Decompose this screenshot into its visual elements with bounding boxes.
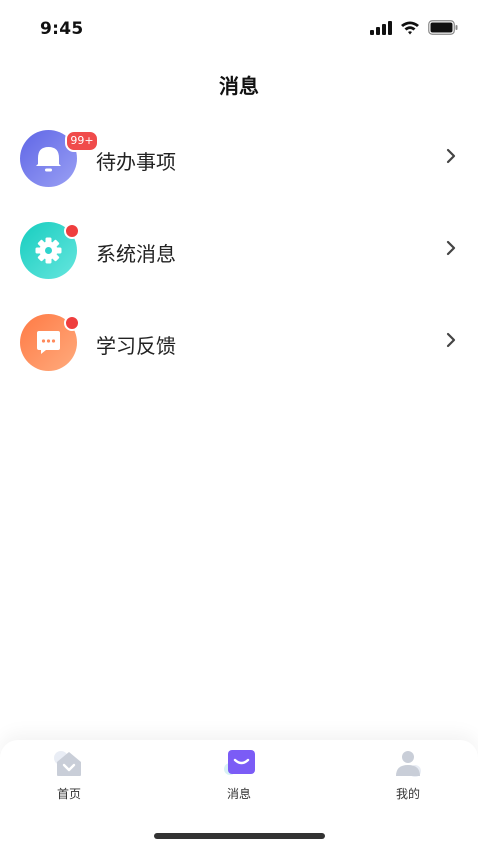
- profile-icon: [396, 751, 421, 777]
- chevron-right-icon: [446, 240, 456, 256]
- tab-label: 我的: [395, 787, 420, 801]
- list-item-label: 系统消息: [96, 242, 176, 266]
- status-time: 9:45: [40, 19, 84, 39]
- message-list: 99+ 待办事项 系统消息 学习反馈: [0, 120, 478, 396]
- message-icon: [224, 750, 255, 775]
- status-bar: 9:45: [0, 0, 478, 60]
- home-indicator[interactable]: [154, 833, 325, 839]
- tab-profile[interactable]: 我的: [368, 748, 448, 802]
- unread-count-badge: 99+: [65, 130, 99, 152]
- list-item-feedback[interactable]: 学习反馈: [0, 304, 478, 396]
- bottom-tab-bar: 首页 消息 我的: [0, 740, 478, 850]
- tab-label: 消息: [226, 787, 251, 801]
- chevron-right-icon: [446, 332, 456, 348]
- tab-label: 首页: [56, 787, 81, 801]
- battery-icon: [428, 20, 458, 35]
- list-item-system[interactable]: 系统消息: [0, 212, 478, 304]
- list-item-label: 学习反馈: [96, 334, 176, 358]
- unread-dot: [64, 223, 80, 239]
- signal-icon: [370, 20, 392, 35]
- page-title: 消息: [219, 74, 259, 98]
- status-icons: [370, 20, 458, 35]
- list-item-todo[interactable]: 99+ 待办事项: [0, 120, 478, 212]
- chevron-right-icon: [446, 148, 456, 164]
- tab-messages[interactable]: 消息: [199, 748, 279, 802]
- list-item-label: 待办事项: [96, 150, 176, 174]
- home-icon: [54, 751, 81, 776]
- tab-home[interactable]: 首页: [29, 748, 109, 802]
- unread-dot: [64, 315, 80, 331]
- wifi-icon: [401, 21, 419, 35]
